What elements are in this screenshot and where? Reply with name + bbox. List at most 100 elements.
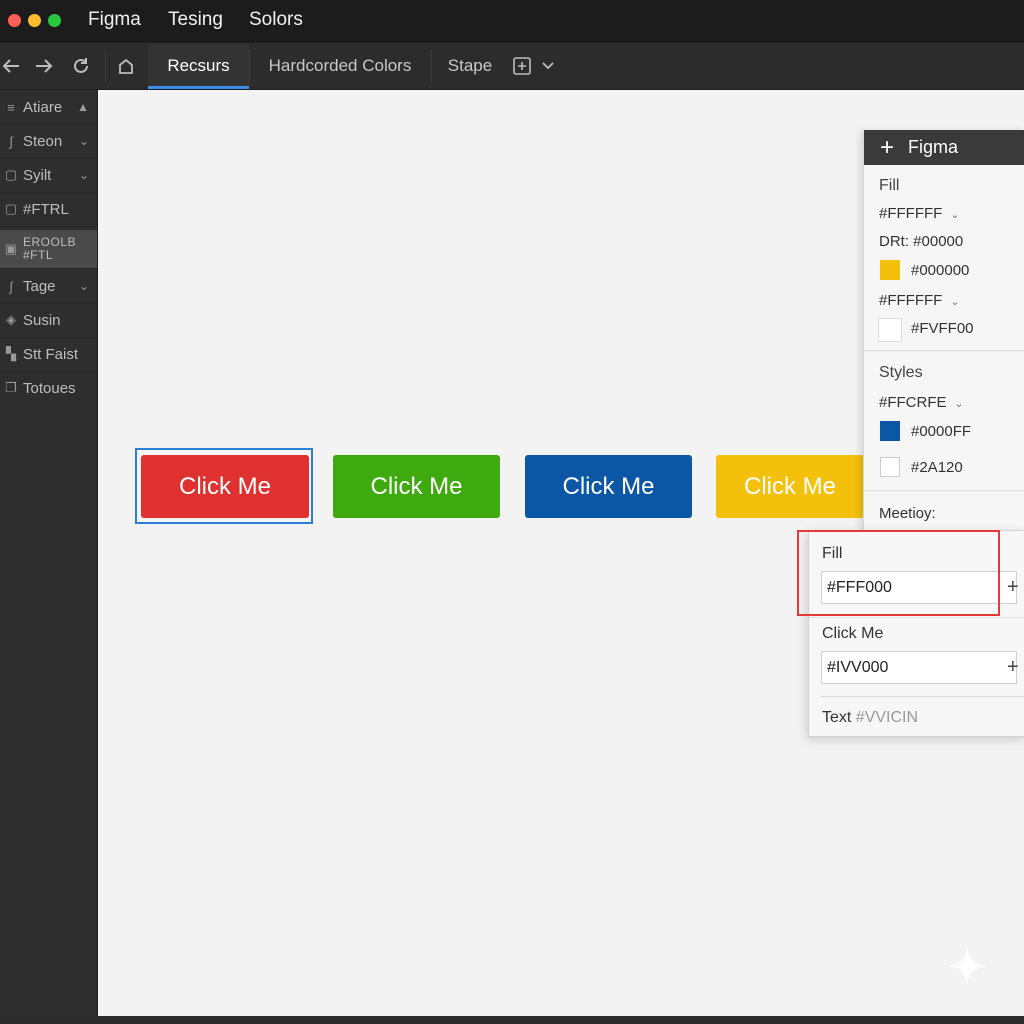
grid-icon: ▣ xyxy=(4,241,18,256)
tab-hardcoded-colors[interactable]: Hardcorded Colors xyxy=(250,43,430,89)
plus-icon[interactable]: + xyxy=(880,134,894,162)
panel-divider xyxy=(864,350,1024,351)
tab-label: Hardcorded Colors xyxy=(268,56,412,75)
pen-icon: ∫ xyxy=(9,133,13,149)
dri-row: DRt: #00000 xyxy=(879,233,963,250)
swatch-value: #0000FF xyxy=(911,423,972,440)
button-label: Click Me xyxy=(562,472,655,500)
back-icon[interactable] xyxy=(0,43,22,89)
sidebar-item-atiare[interactable]: ≡ Atiare ▲ xyxy=(0,90,97,125)
fill-value-text: #FFFFFF xyxy=(879,205,943,222)
sidebar-item-syilt[interactable]: ▢ Syilt ⌄ xyxy=(0,158,97,193)
button-label: Click Me xyxy=(178,472,271,500)
popup-text-label: Text xyxy=(822,709,852,726)
chevron-down-icon[interactable]: ⌄ xyxy=(950,296,959,308)
panel-title: Figma xyxy=(908,137,959,157)
frame-icon: ▢ xyxy=(4,167,18,182)
canvas-button-green[interactable]: Click Me xyxy=(333,455,500,518)
menu-testing[interactable]: Tesing xyxy=(168,9,223,31)
add-click-fill-icon[interactable]: + xyxy=(1007,656,1019,679)
color-swatch-blue[interactable] xyxy=(880,421,900,441)
add-fill-icon[interactable]: + xyxy=(1007,576,1019,599)
click-color-input[interactable]: #IVV000 xyxy=(821,651,1017,684)
sidebar-item-steon[interactable]: ∫ Steon ⌄ xyxy=(0,124,97,159)
sidebar-item-label: Steon xyxy=(23,132,63,150)
home-icon[interactable] xyxy=(115,43,137,89)
grid-icon: ▚ xyxy=(6,346,16,361)
sidebar-item-ftrl[interactable]: ▢ #FTRL xyxy=(0,192,97,227)
fill-value[interactable]: #FFFFFF ⌄ xyxy=(879,205,960,222)
menu-solors[interactable]: Solors xyxy=(249,9,303,31)
tab-label: Stape xyxy=(447,56,493,75)
tab-label: Recsurs xyxy=(167,56,230,75)
swatch-value: #FVFF00 xyxy=(911,320,974,337)
sidebar-item-label: Totoues xyxy=(23,379,76,397)
popup-divider xyxy=(809,617,1024,618)
sidebar-item-label: #FTRL xyxy=(23,200,69,218)
button-label: Click Me xyxy=(370,472,463,500)
color-swatch-white[interactable] xyxy=(878,318,902,342)
style-value-text: #FFCRFE xyxy=(879,394,947,411)
sparkle-icon xyxy=(947,946,987,986)
close-window-button[interactable] xyxy=(8,14,21,27)
sidebar-item-totoues[interactable]: ❐ Totoues xyxy=(0,371,97,405)
pages-icon: ❐ xyxy=(5,380,17,395)
popup-divider xyxy=(821,696,1024,697)
style-value[interactable]: #FFCRFE ⌄ xyxy=(879,394,964,411)
styles-section-label: Styles xyxy=(879,364,923,381)
frame-icon: ▢ xyxy=(4,201,18,216)
fill-section-label: Fill xyxy=(879,177,900,194)
forward-icon[interactable] xyxy=(33,43,55,89)
add-tab-icon[interactable] xyxy=(511,43,533,89)
sidebar-item-eroolb[interactable]: ▣ EROOLB #FTL xyxy=(0,230,97,269)
tab-recsurs[interactable]: Recsurs xyxy=(148,43,249,89)
dri-label: DRt: xyxy=(879,233,909,250)
sidebar-item-label: Atiare xyxy=(23,98,63,116)
sidebar-item-label: Tage xyxy=(23,277,56,295)
chevron-down-icon[interactable]: ⌄ xyxy=(955,398,964,410)
component-icon: ◈ xyxy=(6,312,16,327)
chevron-down-icon[interactable]: ⌄ xyxy=(950,209,959,221)
properties-panel: + Figma Fill #FFFFFF ⌄ DRt: #00000 #00000… xyxy=(863,130,1024,550)
layers-sidebar: ≡ Atiare ▲ ∫ Steon ⌄ ▢ Syilt ⌄ ▢ #FTRL ▣… xyxy=(0,90,98,1024)
reload-icon[interactable] xyxy=(69,43,93,89)
chevron-down-icon[interactable] xyxy=(538,43,558,89)
swatch-value: #000000 xyxy=(911,262,970,279)
popup-text-value: #VVICIN xyxy=(855,709,919,726)
menu-figma[interactable]: Figma xyxy=(88,9,141,31)
sidebar-item-label: Stt Faist xyxy=(23,345,79,363)
sidebar-item-label: EROOLB #FTL xyxy=(23,236,76,262)
sidebar-item-susin[interactable]: ◈ Susin xyxy=(0,303,97,338)
sidebar-item-tage[interactable]: ∫ Tage ⌄ xyxy=(0,269,97,304)
chevron-down-icon[interactable]: ⌄ xyxy=(79,134,89,148)
canvas-button-red[interactable]: Click Me xyxy=(141,455,309,518)
click-color-input-value: #IVV000 xyxy=(827,658,889,676)
color-swatch-yellow[interactable] xyxy=(880,260,900,280)
sidebar-item-label: Syilt xyxy=(23,166,52,184)
title-bar: Figma Tesing Solors xyxy=(0,0,1024,43)
tab-stape[interactable]: Stape xyxy=(432,43,508,89)
canvas-button-yellow[interactable]: Click Me xyxy=(716,455,864,518)
fill-value-2[interactable]: #FFFFFF ⌄ xyxy=(879,292,960,309)
maximize-window-button[interactable] xyxy=(48,14,61,27)
canvas-button-blue[interactable]: Click Me xyxy=(525,455,692,518)
highlight-box xyxy=(797,530,1000,616)
layers-icon: ≡ xyxy=(7,99,15,115)
chevron-down-icon[interactable]: ⌄ xyxy=(79,168,89,182)
sidebar-item-stt-faist[interactable]: ▚ Stt Faist xyxy=(0,337,97,372)
bottom-edge xyxy=(0,1016,1024,1024)
chevron-up-icon[interactable]: ▲ xyxy=(77,100,89,114)
button-label: Click Me xyxy=(743,472,836,500)
popup-click-label: Click Me xyxy=(822,625,884,642)
chevron-down-icon[interactable]: ⌄ xyxy=(79,279,89,293)
minimize-window-button[interactable] xyxy=(28,14,41,27)
toolbar-divider xyxy=(105,49,106,83)
toolbar: Recsurs Hardcorded Colors Stape xyxy=(0,43,1024,90)
fill-value-text: #FFFFFF xyxy=(879,292,943,309)
sidebar-item-label-line1: EROOLB xyxy=(23,235,77,249)
panel-header: + Figma xyxy=(864,130,1024,165)
dri-value: #00000 xyxy=(913,233,964,250)
memory-label: Meetioy: xyxy=(879,505,936,522)
color-swatch-white[interactable] xyxy=(880,457,900,477)
swatch-value: #2A120 xyxy=(911,459,963,476)
